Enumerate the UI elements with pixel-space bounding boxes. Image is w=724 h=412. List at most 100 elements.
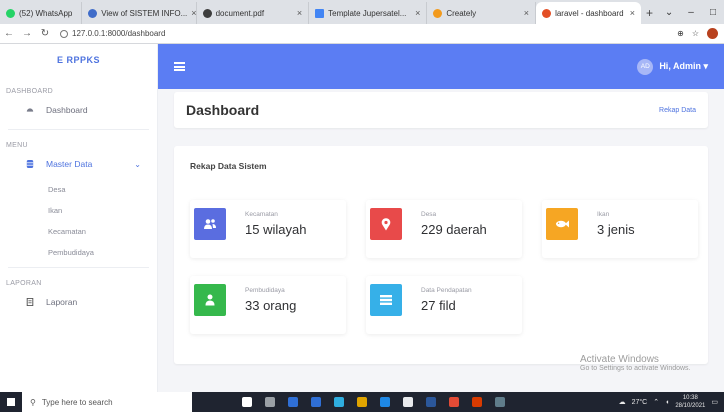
address-bar: ← → ↻ 127.0.0.1:8000/dashboard ⊕ ☆	[0, 24, 724, 44]
tray-chevron-icon[interactable]: ⌃	[653, 398, 659, 406]
close-tab-icon[interactable]: ×	[415, 8, 420, 18]
report-icon	[26, 298, 34, 306]
browser-tab-document[interactable]: document.pdf ×	[197, 2, 310, 24]
document-icon	[202, 8, 212, 18]
sidebar-item-dashboard[interactable]: Dashboard	[0, 95, 157, 125]
stat-value: 229 daerah	[421, 222, 487, 237]
card-heading: Rekap Data Sistem	[190, 161, 267, 171]
stat-card-ikan[interactable]: Ikan 3 jenis	[542, 200, 698, 258]
start-button[interactable]	[0, 392, 22, 412]
sidebar-subitem-desa[interactable]: Desa	[0, 179, 157, 200]
taskbar-app-icon[interactable]	[265, 397, 275, 407]
sidebar-item-master-data[interactable]: Master Data ⌄	[0, 149, 157, 179]
stat-card-pembudidaya[interactable]: Pembudidaya 33 orang	[190, 276, 346, 334]
stat-value: 33 orang	[245, 298, 297, 313]
sidebar-subitem-kecamatan[interactable]: Kecamatan	[0, 221, 157, 242]
info-icon[interactable]	[60, 29, 68, 38]
avatar[interactable]: AD	[637, 58, 654, 75]
page-title: Dashboard	[186, 102, 260, 118]
url-text: 127.0.0.1:8000/dashboard	[72, 29, 166, 38]
sidebar-heading-menu: MENU	[6, 142, 28, 149]
browser-tab-template[interactable]: Template Jupersatel... ×	[309, 2, 428, 24]
close-tab-icon[interactable]: ×	[524, 8, 529, 18]
browser-tab-whatsapp[interactable]: (52) WhatsApp	[0, 2, 83, 24]
menu-toggle-icon[interactable]	[174, 62, 185, 71]
stat-value: 27 fild	[421, 298, 456, 313]
chevron-down-icon[interactable]: ⌄	[134, 160, 141, 169]
weather-temp[interactable]: 27°C	[632, 399, 648, 406]
whatsapp-icon	[6, 8, 15, 18]
taskbar-search[interactable]: ⚲ Type here to search	[22, 392, 192, 412]
taskbar-app-icon[interactable]	[472, 397, 482, 407]
tab-title: (52) WhatsApp	[19, 8, 73, 18]
top-navbar: AD Hi, Admin ▾	[158, 44, 724, 89]
stat-label: Data Pendapatan	[421, 287, 472, 294]
tab-title: View of SISTEM INFO...	[101, 8, 188, 18]
volume-icon[interactable]: ◖	[665, 399, 669, 406]
zoom-icon[interactable]: ⊕	[677, 29, 684, 38]
notification-icon[interactable]: ▭	[711, 398, 718, 406]
url-field[interactable]: 127.0.0.1:8000/dashboard	[60, 29, 165, 38]
watermark-title: Activate Windows	[580, 354, 659, 365]
stat-icon-box	[194, 284, 226, 316]
fish-icon	[556, 220, 569, 228]
new-tab-button[interactable]: +	[641, 2, 658, 24]
sidebar-item-label: Laporan	[46, 297, 78, 307]
taskbar-app-icon[interactable]	[334, 397, 344, 407]
sidebar-subitem-ikan[interactable]: Ikan	[0, 200, 157, 221]
users-icon	[204, 219, 216, 229]
user-menu[interactable]: AD Hi, Admin ▾	[637, 58, 708, 75]
taskbar-app-icon[interactable]	[380, 397, 390, 407]
stat-card-kecamatan[interactable]: Kecamatan 15 wilayah	[190, 200, 346, 258]
windows-taskbar: ⚲ Type here to search ☁ 27°C ⌃ ◖ 10:38 2…	[0, 392, 724, 412]
dashboard-icon	[26, 108, 34, 112]
maximize-button[interactable]: □	[702, 7, 724, 18]
forward-icon[interactable]: →	[18, 28, 36, 39]
browser-tab-creately[interactable]: Creately ×	[427, 2, 537, 24]
sidebar-subitem-pembudidaya[interactable]: Pembudidaya	[0, 242, 157, 263]
stat-card-desa[interactable]: Desa 229 daerah	[366, 200, 522, 258]
stat-card-data-pendapatan[interactable]: Data Pendapatan 27 fild	[366, 276, 522, 334]
windows-logo-icon	[7, 398, 15, 406]
sidebar-heading-laporan: LAPORAN	[6, 280, 42, 287]
taskbar-app-icon[interactable]	[403, 397, 413, 407]
profile-avatar[interactable]	[707, 28, 718, 39]
bookmark-star-icon[interactable]: ☆	[692, 29, 699, 38]
browser-tab-view-sistem[interactable]: View of SISTEM INFO... ×	[82, 2, 197, 24]
sidebar-item-laporan[interactable]: Laporan	[0, 287, 157, 317]
reload-icon[interactable]: ↻	[36, 28, 54, 39]
taskbar-app-icon[interactable]	[495, 397, 505, 407]
search-placeholder: Type here to search	[41, 397, 113, 407]
user-greeting[interactable]: Hi, Admin ▾	[659, 61, 708, 72]
stat-icon-box	[370, 284, 402, 316]
back-icon[interactable]: ←	[0, 28, 18, 39]
weather-icon[interactable]: ☁	[619, 398, 626, 406]
clock-time: 10:38	[682, 395, 698, 401]
taskbar-app-icon[interactable]	[449, 397, 459, 407]
browser-tab-laravel[interactable]: laravel - dashboard ×	[536, 2, 641, 24]
taskbar-app-icon[interactable]	[288, 397, 298, 407]
map-pin-icon	[381, 217, 391, 230]
stat-label: Pembudidaya	[245, 287, 285, 294]
watermark-subtitle: Go to Settings to activate Windows.	[580, 365, 691, 372]
stat-value: 3 jenis	[597, 222, 635, 237]
minimize-button[interactable]: –	[680, 7, 702, 18]
taskbar-app-icon[interactable]	[311, 397, 321, 407]
tab-search-button[interactable]: ⌄	[658, 7, 680, 18]
close-tab-icon[interactable]: ×	[297, 8, 302, 18]
stat-label: Kecamatan	[245, 211, 278, 218]
taskbar-app-icon[interactable]	[426, 397, 436, 407]
system-tray: ☁ 27°C ⌃ ◖ 10:38 28/10/2021 ▭	[619, 394, 724, 410]
sidebar-divider	[8, 129, 149, 130]
brand-logo[interactable]: E RPPKS	[0, 44, 157, 76]
close-tab-icon[interactable]: ×	[630, 8, 635, 18]
taskbar-app-icon[interactable]	[357, 397, 367, 407]
taskbar-app-icon[interactable]	[242, 397, 252, 407]
window-controls: ⌄ – □	[658, 0, 724, 24]
user-icon	[205, 294, 215, 306]
clock[interactable]: 10:38 28/10/2021	[675, 394, 705, 410]
sidebar-heading-dashboard: DASHBOARD	[6, 88, 54, 95]
search-icon: ⚲	[30, 397, 36, 407]
stat-icon-box	[370, 208, 402, 240]
rekap-data-link[interactable]: Rekap Data	[659, 107, 696, 114]
